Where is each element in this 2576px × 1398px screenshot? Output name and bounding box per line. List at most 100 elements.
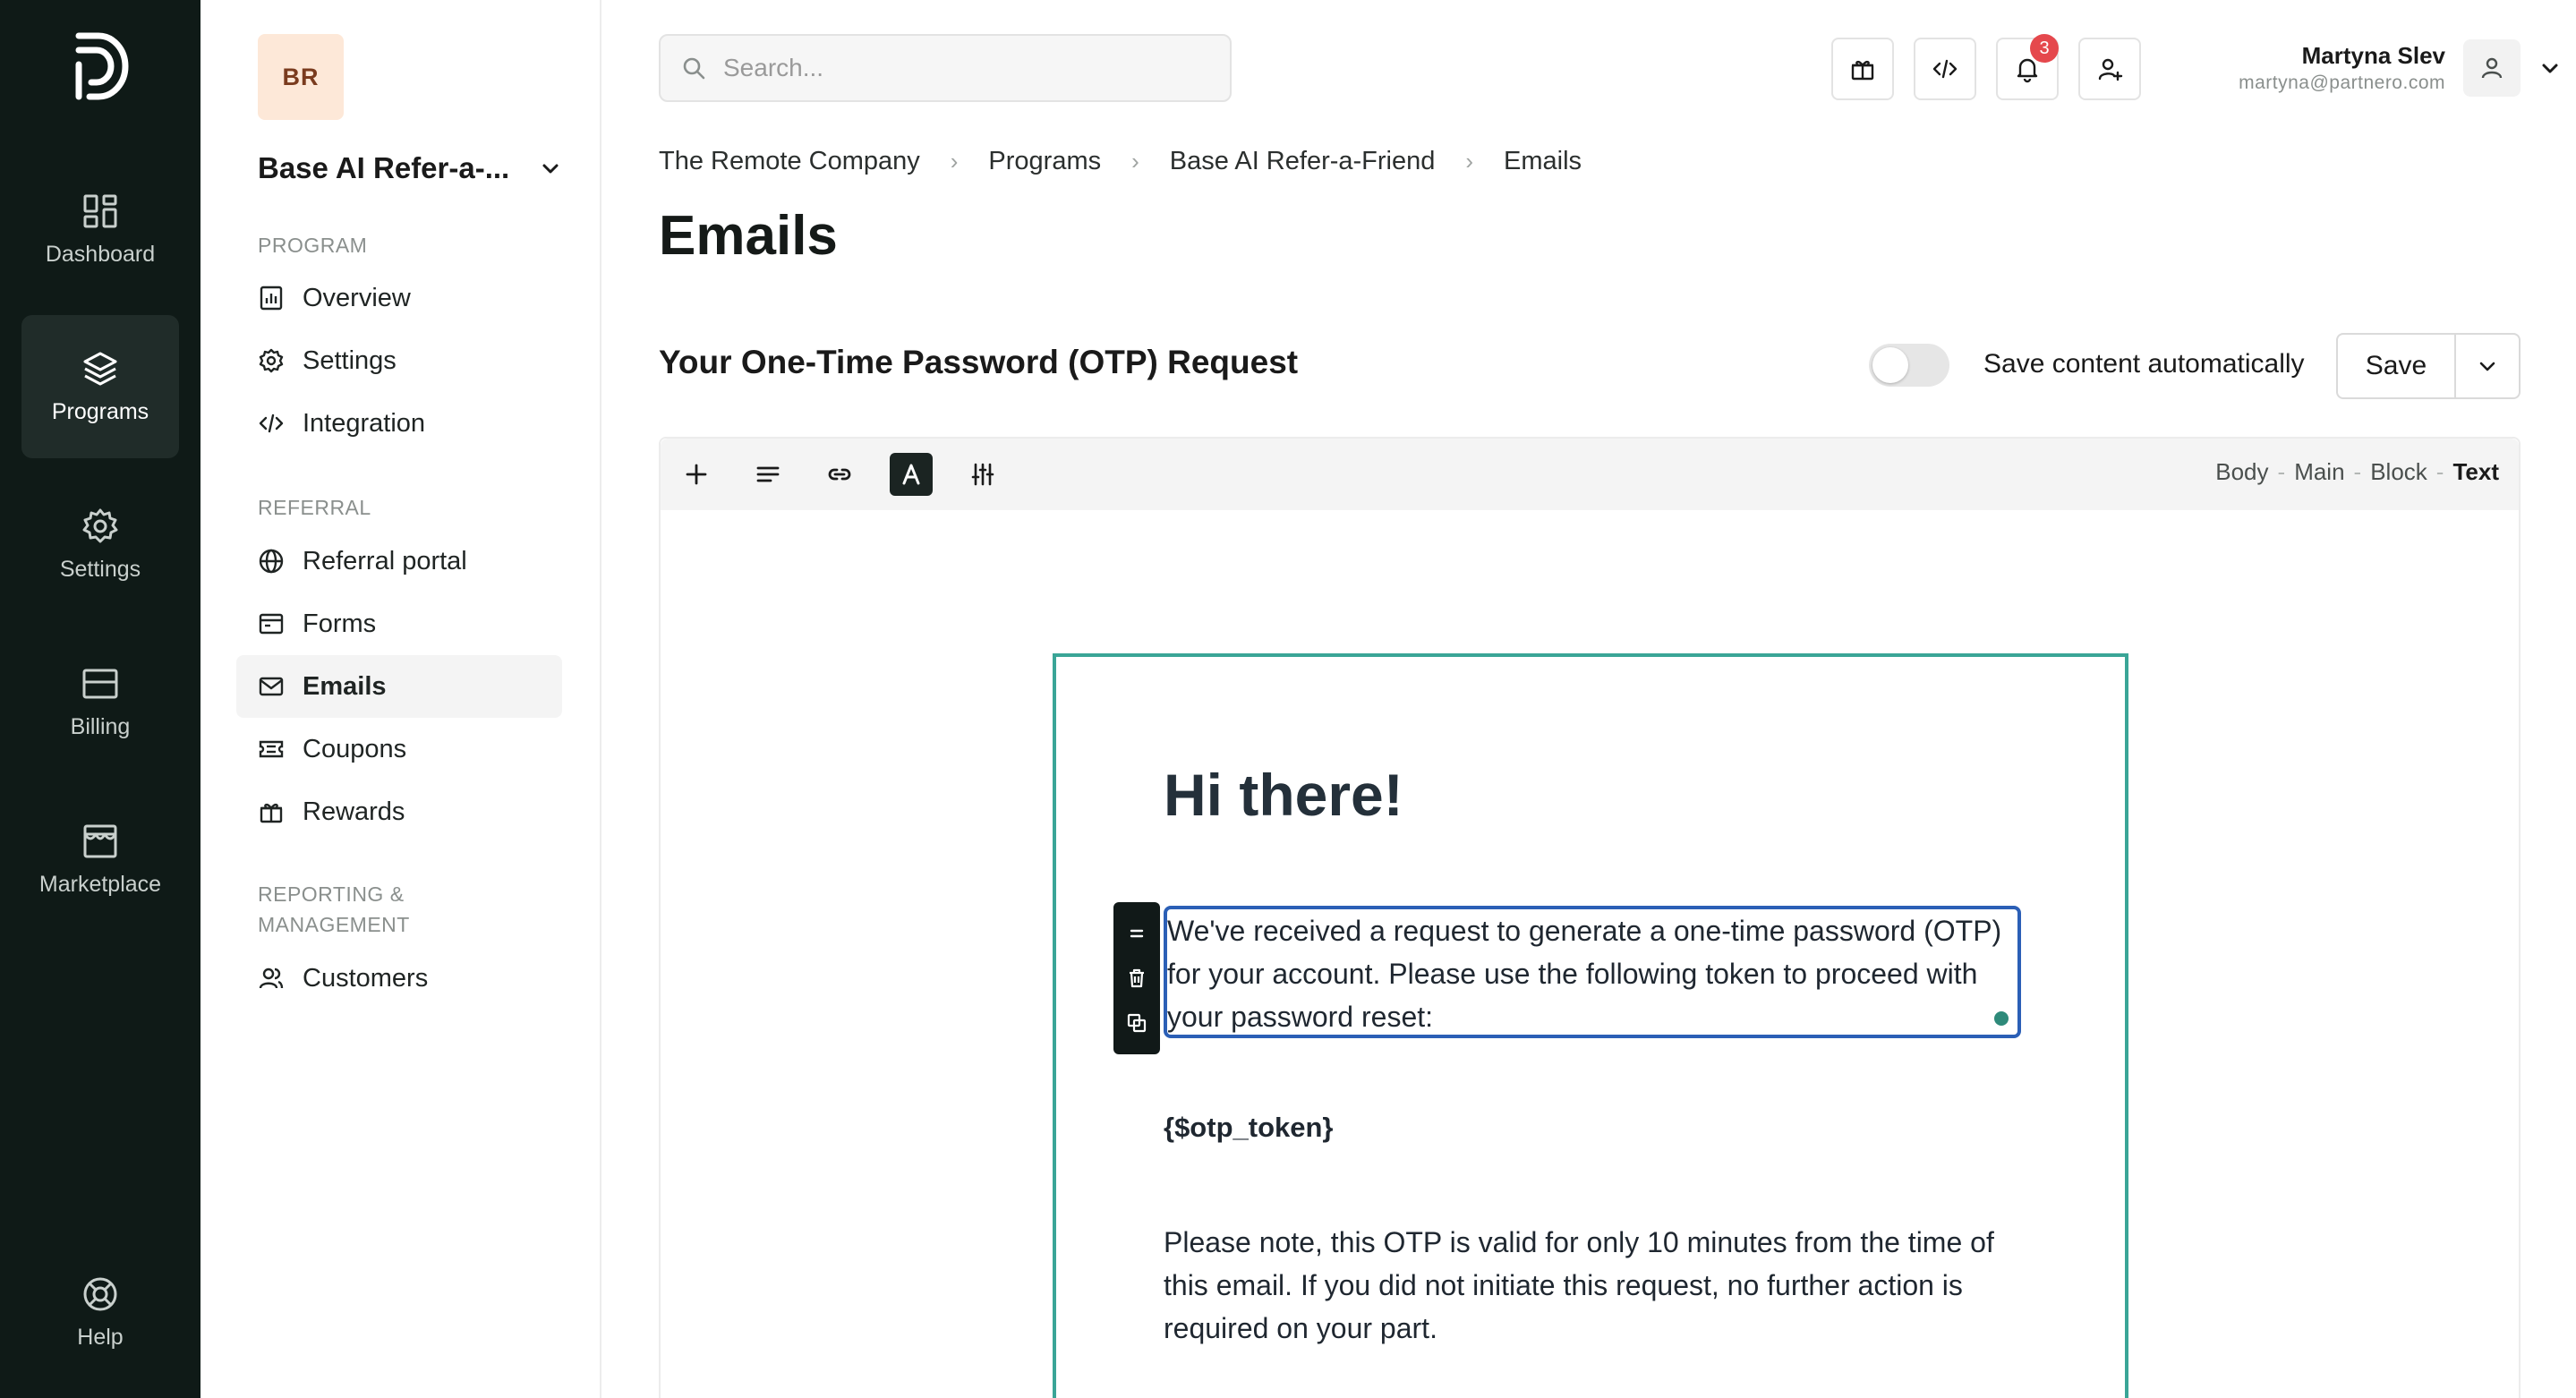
path-item[interactable]: Block	[2370, 458, 2427, 486]
path-item[interactable]: Body	[2215, 458, 2268, 486]
rail-item-settings[interactable]: Settings	[21, 473, 179, 616]
toggle-knob	[1872, 347, 1908, 383]
chevron-down-icon[interactable]	[2538, 56, 2562, 80]
rail-item-dashboard[interactable]: Dashboard	[21, 158, 179, 301]
block-actions	[1113, 902, 1160, 1054]
paragraph-text: We've received a request to generate a o…	[1167, 915, 2002, 1033]
rail-item-label: Settings	[59, 556, 141, 582]
path-separator: -	[2435, 458, 2444, 485]
save-button[interactable]: Save	[2338, 335, 2456, 397]
chevron-down-icon	[2479, 362, 2495, 371]
dashboard-icon	[83, 194, 117, 227]
path-item-current: Text	[2452, 458, 2499, 485]
chevron-down-icon	[542, 164, 559, 174]
page-title: Emails	[659, 205, 838, 267]
email-body-container[interactable]: Hi there! We've received a request to ge…	[1053, 653, 2128, 1398]
org-badge[interactable]: BR	[258, 34, 344, 120]
program-selector[interactable]: Base AI Refer-a-...	[258, 149, 562, 188]
avatar[interactable]	[2463, 39, 2521, 97]
program-name: Base AI Refer-a-...	[258, 151, 510, 184]
text-style-button[interactable]	[890, 453, 933, 496]
sidebar-item-rewards[interactable]: Rewards	[236, 780, 562, 843]
user-icon	[2481, 57, 2503, 79]
rail-item-label: Help	[77, 1324, 124, 1350]
trash-icon[interactable]	[1126, 968, 1147, 989]
rail-item-label: Programs	[51, 398, 149, 424]
user-name: Martyna Slev	[2301, 42, 2445, 69]
add-block-button[interactable]	[675, 453, 718, 496]
rail-item-billing[interactable]: Billing	[21, 630, 179, 773]
breadcrumb-item[interactable]: The Remote Company	[659, 147, 920, 176]
duplicate-icon[interactable]	[1126, 1012, 1147, 1034]
search-input[interactable]	[723, 54, 1207, 82]
breadcrumb-item[interactable]: Programs	[988, 147, 1101, 176]
path-item[interactable]: Main	[2294, 458, 2344, 486]
breadcrumb-item-current: Emails	[1504, 146, 1582, 175]
store-icon	[83, 824, 117, 857]
rail-item-marketplace[interactable]: Marketplace	[21, 788, 179, 931]
resize-handle[interactable]	[1994, 1011, 2009, 1026]
code-icon	[259, 413, 284, 433]
gift-icon	[1851, 60, 1874, 81]
section-label-program: PROGRAM	[258, 234, 368, 257]
sidebar-item-customers[interactable]: Customers	[236, 947, 562, 1010]
sidebar-item-integration[interactable]: Integration	[236, 392, 562, 455]
autosave-toggle[interactable]	[1869, 344, 1949, 387]
user-email: martyna@partnero.com	[2239, 72, 2445, 93]
gift-button[interactable]	[1831, 38, 1894, 100]
gear-icon	[259, 348, 284, 373]
sidebar-item-coupons[interactable]: Coupons	[236, 718, 562, 780]
sidebar-item-overview[interactable]: Overview	[236, 267, 562, 329]
rail-item-label: Marketplace	[38, 871, 162, 897]
sidebar-item-label: Referral portal	[303, 546, 467, 575]
autosave-label: Save content automatically	[1983, 349, 2305, 379]
sidebar-item-label: Settings	[303, 345, 397, 375]
drag-handle-icon[interactable]	[1126, 923, 1147, 944]
path-separator: -	[2353, 458, 2362, 485]
program-sidebar: BR Base AI Refer-a-... PROGRAM Overview …	[200, 0, 601, 1398]
lifebuoy-icon	[83, 1277, 117, 1310]
sidebar-item-emails[interactable]: Emails	[236, 655, 562, 718]
app-root: Dashboard Programs Settings Billing Mark…	[0, 0, 2576, 1398]
coupon-icon	[259, 740, 284, 758]
align-button[interactable]	[746, 453, 789, 496]
selected-text-block[interactable]: We've received a request to generate a o…	[1164, 906, 2021, 1038]
search-box[interactable]	[659, 34, 1232, 102]
sidebar-item-forms[interactable]: Forms	[236, 592, 562, 655]
sidebar-item-referral-portal[interactable]: Referral portal	[236, 530, 562, 592]
notifications-button[interactable]: 3	[1996, 34, 2059, 100]
email-subject: Your One-Time Password (OTP) Request	[659, 344, 1299, 380]
main-content: 3 Martyna Slev martyna@partnero.com The …	[601, 0, 2576, 1398]
rail-item-help[interactable]: Help	[21, 1240, 179, 1384]
rail-item-label: Dashboard	[45, 241, 156, 267]
note-paragraph[interactable]: Please note, this OTP is valid for only …	[1164, 1221, 2023, 1350]
code-icon	[1932, 59, 1958, 79]
search-icon	[683, 57, 705, 80]
sliders-icon	[971, 463, 994, 486]
partnero-logo-icon[interactable]	[72, 30, 129, 102]
rail-item-label: Billing	[70, 713, 131, 739]
code-button[interactable]	[1914, 38, 1976, 100]
mail-icon	[259, 677, 284, 696]
sidebar-item-label: Forms	[303, 609, 377, 638]
sidebar-item-settings[interactable]: Settings	[236, 329, 562, 392]
breadcrumb-item[interactable]: Base AI Refer-a-Friend	[1170, 147, 1436, 176]
gear-icon	[82, 508, 118, 542]
form-icon	[259, 613, 284, 635]
gift-icon	[260, 803, 283, 823]
element-path: Body - Main - Block - Text	[2215, 458, 2499, 486]
email-editor: Body - Main - Block - Text Hi there! We'…	[659, 437, 2521, 1398]
save-options-button[interactable]	[2456, 335, 2519, 397]
link-button[interactable]	[818, 453, 861, 496]
plus-icon	[686, 464, 707, 485]
user-menu[interactable]: Martyna Slev martyna@partnero.com	[2123, 34, 2562, 102]
sidebar-item-label: Coupons	[303, 734, 407, 763]
users-icon	[259, 968, 284, 989]
email-heading[interactable]: Hi there!	[1164, 761, 1403, 829]
sidebar-item-label: Emails	[303, 671, 387, 701]
adjust-button[interactable]	[961, 453, 1004, 496]
notification-count-badge: 3	[2030, 34, 2059, 63]
otp-token-placeholder[interactable]: {$otp_token}	[1164, 1112, 1333, 1144]
section-label-referral: REFERRAL	[258, 496, 371, 519]
rail-item-programs[interactable]: Programs	[21, 315, 179, 458]
